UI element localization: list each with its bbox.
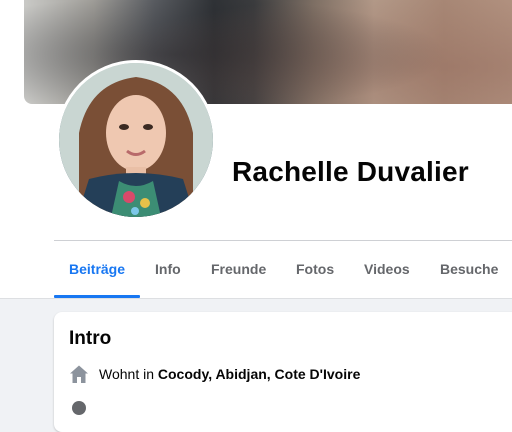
- profile-picture[interactable]: [59, 63, 213, 217]
- intro-next-row-icon: [72, 401, 86, 415]
- profile-picture-illustration: [59, 63, 213, 217]
- intro-title: Intro: [69, 328, 112, 349]
- lives-in-text: Wohnt in Cocody, Abidjan, Cote D'Ivoire: [99, 366, 360, 382]
- intro-card: Intro Wohnt in Cocody, Abidjan, Cote D'I…: [54, 312, 512, 432]
- lives-in-prefix: Wohnt in: [99, 366, 154, 382]
- tabs-divider: [54, 240, 512, 241]
- tab-besuche[interactable]: Besuche: [440, 242, 498, 296]
- profile-header: Rachelle Duvalier Beiträge Info Freunde …: [0, 0, 512, 299]
- tab-fotos[interactable]: Fotos: [296, 242, 334, 296]
- tab-beitraege[interactable]: Beiträge: [69, 242, 125, 296]
- tab-info[interactable]: Info: [155, 242, 181, 296]
- profile-name: Rachelle Duvalier: [232, 156, 469, 187]
- lives-in-place-link[interactable]: Cocody, Abidjan, Cote D'Ivoire: [158, 366, 360, 382]
- tab-videos[interactable]: Videos: [364, 242, 410, 296]
- home-icon: [70, 365, 88, 383]
- active-tab-indicator: [54, 295, 140, 298]
- tab-freunde[interactable]: Freunde: [211, 242, 266, 296]
